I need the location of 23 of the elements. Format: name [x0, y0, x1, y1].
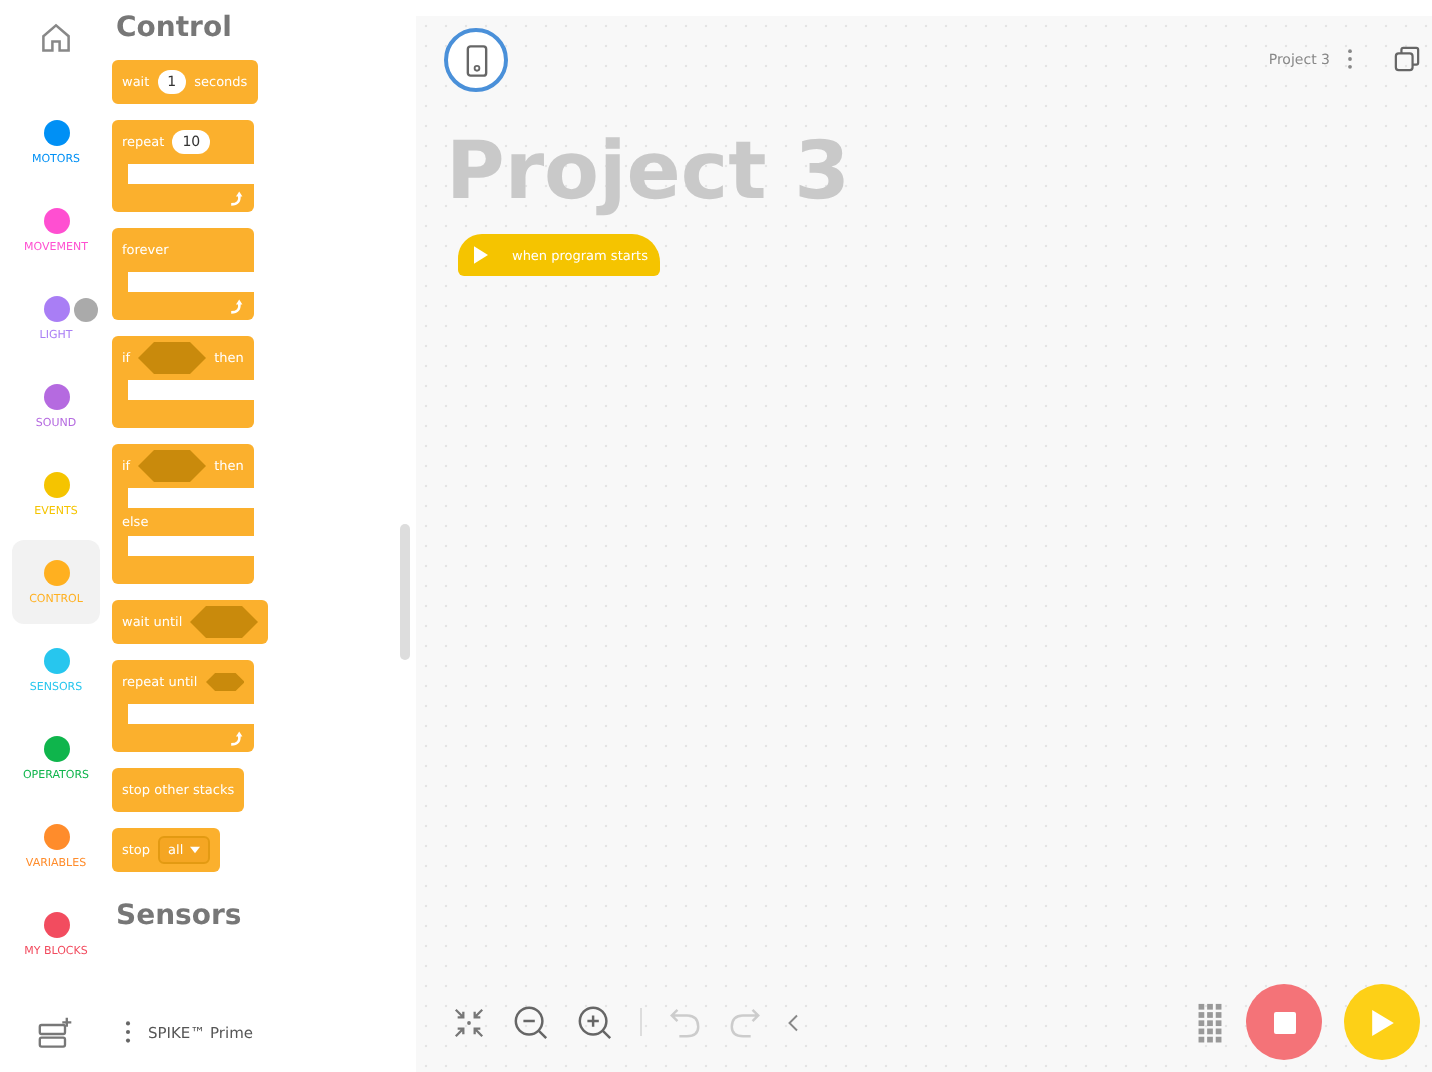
light-matrix-icon[interactable]: [1196, 1001, 1224, 1043]
home-icon[interactable]: [38, 20, 74, 56]
loop-arrow-icon: [228, 190, 244, 206]
copy-icon[interactable]: [1394, 46, 1420, 72]
hub-connect-button[interactable]: [444, 28, 508, 92]
category-heading: Sensors: [114, 898, 244, 932]
play-icon: [474, 246, 488, 264]
zoom-in-icon[interactable]: [576, 1003, 614, 1041]
caret-icon: [189, 846, 200, 854]
more-icon[interactable]: [124, 1020, 132, 1044]
scrollbar-thumb[interactable]: [400, 524, 410, 660]
stop-button[interactable]: [1246, 984, 1322, 1060]
category-heading: Control: [114, 10, 234, 48]
zoom-out-icon[interactable]: [512, 1003, 550, 1041]
add-extension-icon[interactable]: [36, 1016, 76, 1052]
chevron-left-icon[interactable]: [788, 1013, 800, 1031]
phone-icon: [465, 43, 487, 77]
more-icon[interactable]: [1346, 48, 1354, 70]
loop-arrow-icon: [228, 730, 244, 746]
play-icon: [1371, 1009, 1393, 1035]
touch-indicator: [74, 298, 98, 322]
collapse-icon[interactable]: [452, 1005, 486, 1039]
loop-arrow-icon: [228, 298, 244, 314]
